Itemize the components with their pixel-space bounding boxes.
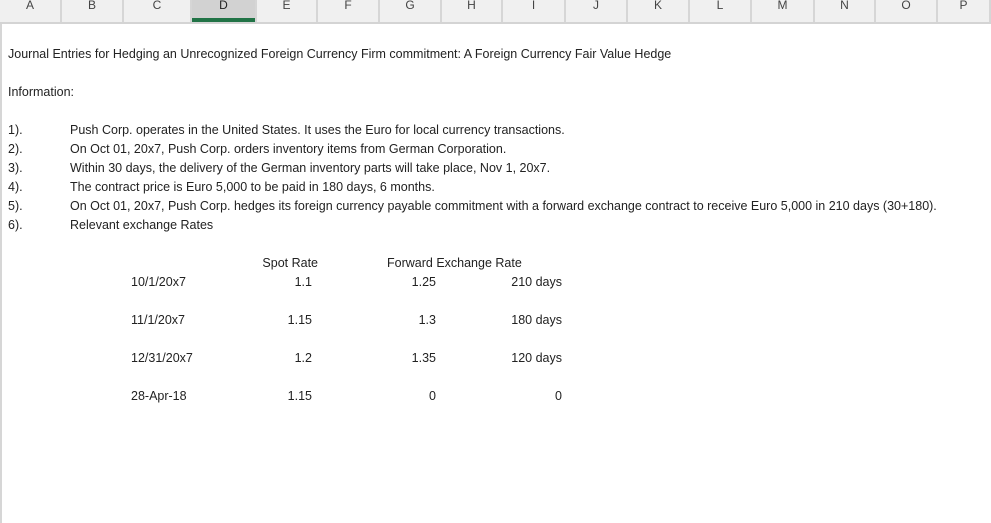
item-text[interactable]: On Oct 01, 20x7, Push Corp. orders inven…	[70, 142, 506, 157]
column-header-f[interactable]: F	[318, 0, 380, 22]
column-header-m[interactable]: M	[752, 0, 815, 22]
column-header-g[interactable]: G	[380, 0, 442, 22]
item-text[interactable]: Relevant exchange Rates	[70, 218, 213, 233]
rate-cell-date[interactable]: 10/1/20x7	[131, 275, 186, 290]
information-label[interactable]: Information:	[8, 85, 74, 100]
row-header-edge	[0, 24, 2, 523]
rate-cell-forward[interactable]: 1.25	[376, 275, 436, 290]
column-header-e[interactable]: E	[257, 0, 318, 22]
rate-cell-date[interactable]: 28-Apr-18	[131, 389, 187, 404]
item-text[interactable]: On Oct 01, 20x7, Push Corp. hedges its f…	[70, 199, 937, 214]
column-header-p[interactable]: P	[938, 0, 991, 22]
spot-rate-header[interactable]: Spot Rate	[257, 256, 318, 271]
rate-cell-spot[interactable]: 1.1	[252, 275, 312, 290]
rate-cell-forward[interactable]: 0	[376, 389, 436, 404]
column-header-c[interactable]: C	[124, 0, 192, 22]
forward-rate-header[interactable]: Forward Exchange Rate	[387, 256, 522, 271]
item-number[interactable]: 1).	[8, 123, 23, 138]
column-header-j[interactable]: J	[566, 0, 628, 22]
item-text[interactable]: The contract price is Euro 5,000 to be p…	[70, 180, 435, 195]
item-number[interactable]: 3).	[8, 161, 23, 176]
rate-cell-date[interactable]: 11/1/20x7	[131, 313, 185, 328]
column-header-l[interactable]: L	[690, 0, 752, 22]
rate-cell-spot[interactable]: 1.15	[252, 389, 312, 404]
column-header-h[interactable]: H	[442, 0, 503, 22]
item-number[interactable]: 5).	[8, 199, 23, 214]
rate-cell-days[interactable]: 180 days	[490, 313, 562, 328]
rate-cell-spot[interactable]: 1.2	[252, 351, 312, 366]
rate-cell-days[interactable]: 0	[490, 389, 562, 404]
column-header-o[interactable]: O	[876, 0, 938, 22]
rate-cell-spot[interactable]: 1.15	[252, 313, 312, 328]
item-number[interactable]: 6).	[8, 218, 23, 233]
item-text[interactable]: Within 30 days, the delivery of the Germ…	[70, 161, 550, 176]
item-number[interactable]: 2).	[8, 142, 23, 157]
column-header-k[interactable]: K	[628, 0, 690, 22]
sheet-title[interactable]: Journal Entries for Hedging an Unrecogni…	[8, 47, 671, 62]
column-header-bar: ABCDEFGHIJKLMNOP	[0, 0, 991, 24]
item-text[interactable]: Push Corp. operates in the United States…	[70, 123, 565, 138]
column-header-d[interactable]: D	[192, 0, 257, 22]
rate-cell-days[interactable]: 210 days	[490, 275, 562, 290]
rate-cell-date[interactable]: 12/31/20x7	[131, 351, 193, 366]
rate-cell-days[interactable]: 120 days	[490, 351, 562, 366]
column-header-n[interactable]: N	[815, 0, 876, 22]
column-header-b[interactable]: B	[62, 0, 124, 22]
rate-cell-forward[interactable]: 1.3	[376, 313, 436, 328]
item-number[interactable]: 4).	[8, 180, 23, 195]
rate-cell-forward[interactable]: 1.35	[376, 351, 436, 366]
column-header-a[interactable]: A	[0, 0, 62, 22]
column-header-i[interactable]: I	[503, 0, 566, 22]
